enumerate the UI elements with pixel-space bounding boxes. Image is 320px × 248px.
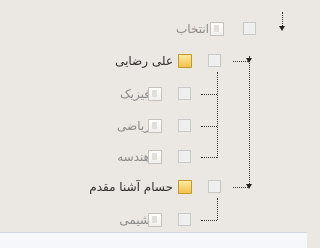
tree-connector: [217, 72, 218, 158]
node-label: علی رضایی: [115, 54, 173, 68]
tree-connector: [233, 187, 248, 188]
node-checkbox[interactable]: [178, 150, 191, 163]
folder-icon: [178, 180, 192, 194]
tree-connector: [249, 56, 250, 184]
tree-connector: [217, 198, 218, 220]
node-checkbox[interactable]: [178, 119, 191, 132]
document-icon: [148, 213, 162, 227]
node-checkbox[interactable]: [208, 54, 221, 67]
folder-icon: [178, 54, 192, 68]
tree-connector: [201, 126, 217, 127]
tree-node-child[interactable]: هندسه: [90, 148, 195, 166]
document-icon: [148, 119, 162, 133]
node-checkbox[interactable]: [178, 87, 191, 100]
node-label: انتخاب: [176, 22, 209, 36]
node-checkbox[interactable]: [208, 180, 221, 193]
node-label: فیزیک: [119, 87, 150, 101]
tree-node-child[interactable]: ریاضی: [90, 117, 195, 135]
node-checkbox[interactable]: [243, 22, 256, 35]
tree-node-group[interactable]: علی رضایی: [100, 52, 228, 70]
document-icon: [148, 150, 162, 164]
tree-node-child[interactable]: شیمی: [90, 211, 195, 229]
node-label: هندسه: [117, 150, 150, 164]
tree-connector: [201, 220, 217, 221]
document-icon: [210, 22, 224, 36]
tree-view: انتخاب علی رضایی فیزیک ریاضی هندسه حسام …: [0, 0, 307, 232]
node-label: حسام آشنا مقدم: [89, 180, 173, 194]
document-icon: [148, 87, 162, 101]
tree-node-child[interactable]: فیزیک: [90, 85, 195, 103]
tree-connector: [201, 157, 217, 158]
tree-arrow: [279, 26, 285, 31]
node-label: شیمی: [119, 213, 150, 227]
tree-node-group[interactable]: حسام آشنا مقدم: [80, 178, 228, 196]
node-label: ریاضی: [117, 119, 150, 133]
bottom-panel-edge: [0, 232, 307, 248]
tree-connector: [201, 94, 217, 95]
tree-node-root[interactable]: انتخاب: [150, 20, 260, 38]
tree-connector: [233, 61, 248, 62]
node-checkbox[interactable]: [178, 213, 191, 226]
